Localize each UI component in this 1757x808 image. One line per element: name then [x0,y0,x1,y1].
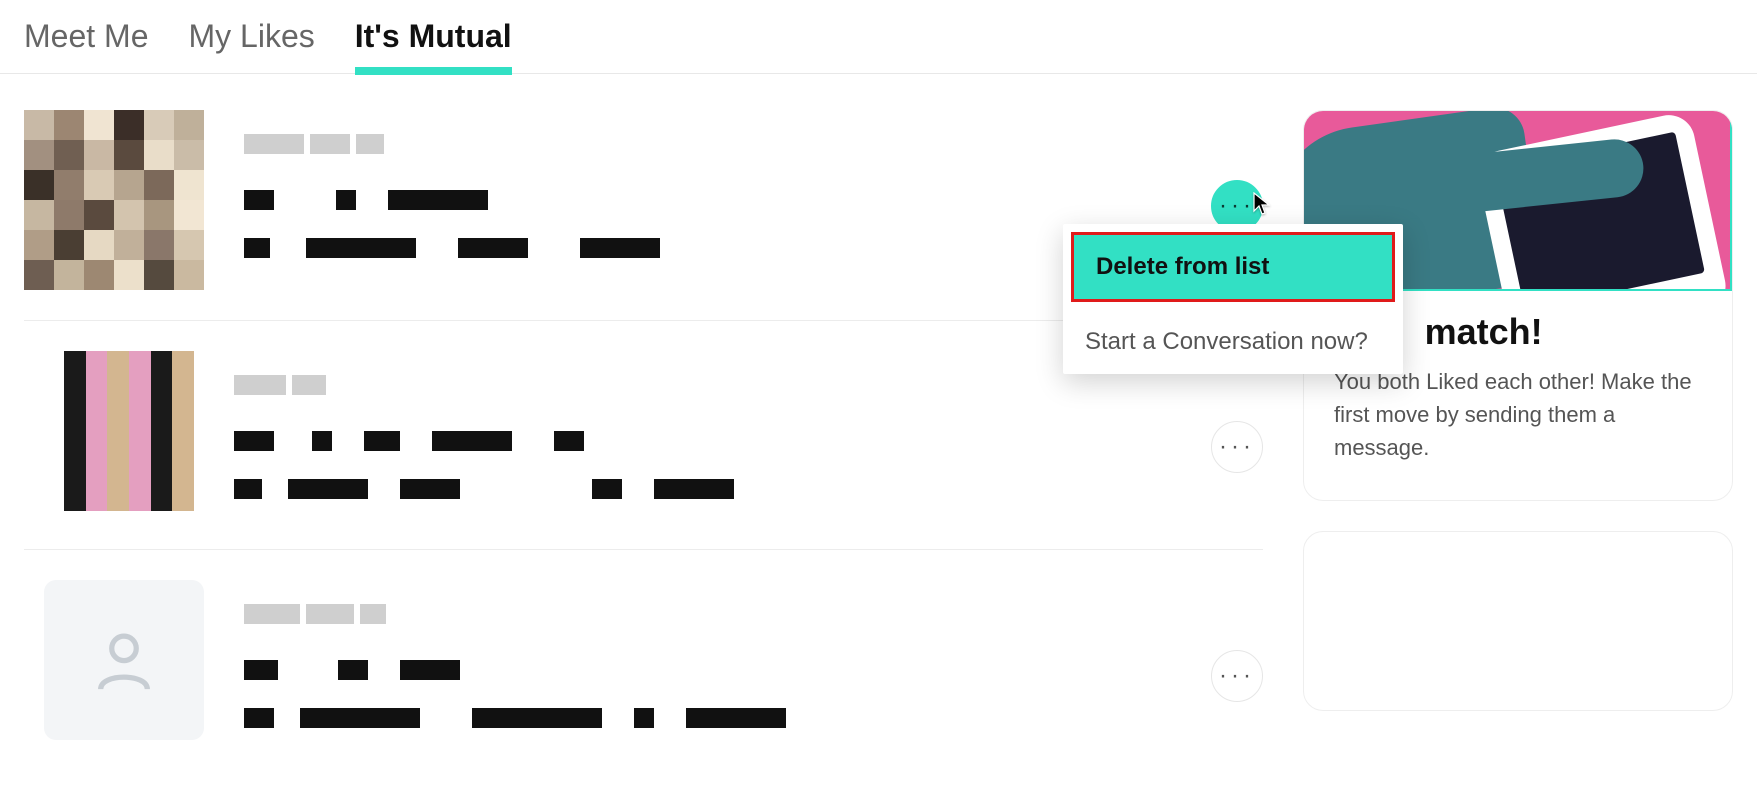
sidebar-empty-card [1303,531,1733,711]
mutual-list: Delete from list Start a Conversation no… [24,110,1263,808]
user-line-censored [244,652,1211,684]
user-line-censored [234,471,1211,503]
more-options-button[interactable] [1211,421,1263,473]
tab-my-likes[interactable]: My Likes [188,18,314,73]
dots-icon [1219,662,1255,690]
delete-from-list-option[interactable]: Delete from list [1071,232,1395,302]
tab-meet-me[interactable]: Meet Me [24,18,148,73]
cursor-icon [1253,192,1271,221]
list-item-info [244,580,1211,748]
user-icon [89,625,159,695]
tabs-bar: Meet Me My Likes It's Mutual [0,0,1757,74]
avatar-placeholder[interactable] [44,580,204,740]
start-conversation-option[interactable]: Start a Conversation now? [1063,310,1403,374]
list-item [24,351,1263,550]
avatar[interactable] [24,110,204,290]
user-line-censored [234,423,1211,455]
list-item: Delete from list Start a Conversation no… [24,110,1263,321]
tab-its-mutual[interactable]: It's Mutual [355,18,512,73]
match-description: You both Liked each other! Make the firs… [1334,365,1702,464]
user-line-censored [244,182,1211,214]
user-name-censored [244,126,1211,158]
dots-icon [1219,192,1255,220]
list-item [24,580,1263,778]
list-item-info [234,351,1211,519]
more-options-button[interactable] [1211,650,1263,702]
more-options-dropdown: Delete from list Start a Conversation no… [1063,224,1403,374]
user-name-censored [244,596,1211,628]
dots-icon [1219,433,1255,461]
user-line-censored [244,700,1211,732]
avatar[interactable] [64,351,194,511]
